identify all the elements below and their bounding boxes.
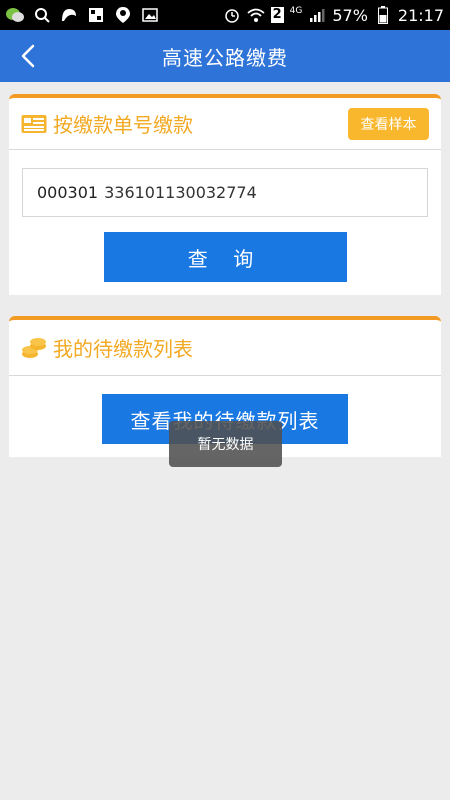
search-icon	[33, 6, 51, 24]
image-icon	[141, 6, 159, 24]
payment-number-input[interactable]: 000301 336101130032774	[22, 168, 428, 217]
chevron-left-icon	[21, 44, 35, 68]
query-card: 按缴款单号缴款 查看样本 000301 336101130032774 查 询	[9, 94, 441, 295]
input-prefix: 000301	[37, 183, 99, 202]
pending-list-header: 我的待缴款列表	[9, 320, 441, 376]
query-card-title: 按缴款单号缴款	[53, 113, 193, 137]
coins-icon	[21, 336, 47, 360]
status-right-icons: 2 4G 57% 21:17	[223, 6, 444, 25]
input-number: 336101130032774	[104, 183, 257, 202]
receipt-icon	[21, 114, 47, 134]
battery-percent: 57%	[332, 5, 368, 25]
page-title: 高速公路缴费	[162, 45, 288, 70]
wechat-icon	[6, 6, 24, 24]
title-bar: 高速公路缴费	[0, 30, 450, 82]
network-type-label: 4G	[289, 6, 303, 16]
browser-icon	[60, 6, 78, 24]
sim-icon: 2	[270, 7, 284, 23]
alarm-icon	[223, 6, 241, 24]
back-button[interactable]	[14, 42, 42, 70]
map-pin-icon	[114, 6, 132, 24]
query-card-header: 按缴款单号缴款 查看样本	[9, 98, 441, 150]
status-left-icons	[6, 6, 159, 24]
status-bar: 2 4G 57% 21:17	[0, 0, 450, 30]
gallery-icon	[87, 6, 105, 24]
wifi-icon	[246, 6, 265, 24]
query-button[interactable]: 查 询	[104, 232, 347, 282]
view-sample-button[interactable]: 查看样本	[348, 107, 429, 140]
clock: 21:17	[397, 5, 444, 25]
signal-icon	[308, 6, 326, 24]
battery-icon	[374, 6, 392, 24]
toast-message: 暂无数据	[169, 421, 282, 467]
pending-list-title: 我的待缴款列表	[53, 337, 193, 361]
